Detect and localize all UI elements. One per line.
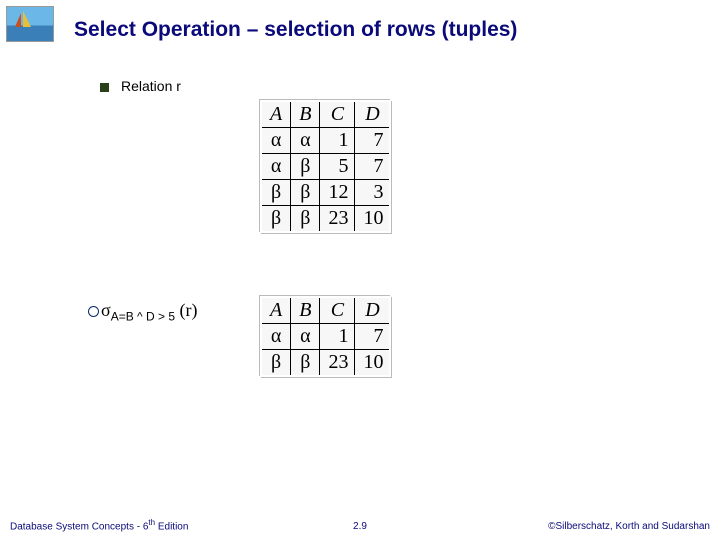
selection-expression: σA=B ^ D > 5 (r) [88,300,198,324]
col-header: D [355,102,390,128]
col-header: C [320,298,355,324]
col-header: B [291,102,320,128]
relation-r-table: A B C D α α 1 7 α β 5 7 β β 12 3 β β 23 … [262,102,389,231]
col-header: A [262,298,291,324]
hollow-bullet-icon [88,306,99,317]
bullet-square-icon [100,83,109,92]
footer-left: Database System Concepts - 6th Edition [10,518,188,532]
footer-copyright: ©Silberschatz, Korth and Sudarshan [548,521,710,532]
result-table-wrap: A B C D α α 1 7 β β 23 10 [260,296,391,377]
table-row: β β 23 10 [262,206,389,232]
table-row: α α 1 7 [262,128,389,154]
selection-arg: (r) [180,300,198,320]
col-header: B [291,298,320,324]
sigma-symbol: σ [101,300,111,320]
selection-predicate: A=B ^ D > 5 [111,310,175,324]
book-logo [6,6,54,42]
table-row: β β 23 10 [262,350,389,376]
table-row: α α 1 7 [262,324,389,350]
slide-title: Select Operation – selection of rows (tu… [74,18,517,42]
col-header: D [355,298,390,324]
col-header: C [320,102,355,128]
table-row: α β 5 7 [262,154,389,180]
table-row: β β 12 3 [262,180,389,206]
bullet-label: Relation r [121,78,181,94]
result-table: A B C D α α 1 7 β β 23 10 [262,298,389,375]
relation-r-table-wrap: A B C D α α 1 7 α β 5 7 β β 12 3 β β 23 … [260,100,391,233]
footer-page-number: 2.9 [353,521,367,532]
bullet-relation-r: Relation r [100,78,181,94]
col-header: A [262,102,291,128]
